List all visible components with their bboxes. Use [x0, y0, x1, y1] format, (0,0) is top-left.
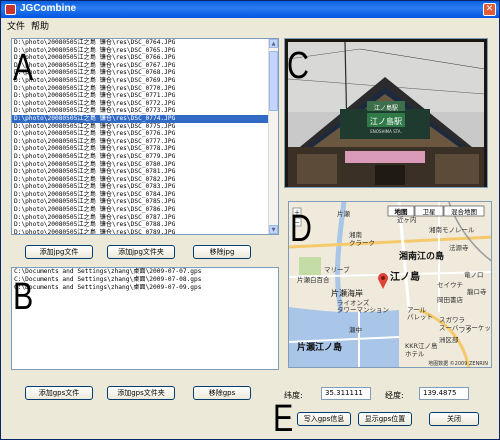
station-sign-text: 江ノ島駅 — [374, 104, 398, 112]
remove-gps-button[interactable]: 移除gps — [193, 386, 251, 400]
title-bar[interactable]: JGCombine ✕ — [1, 1, 499, 18]
jpg-list-item[interactable]: D:\photo\20080505江之島 镰仓\res\DSC_0771.JPG — [12, 92, 278, 100]
scroll-down-icon[interactable]: ▼ — [269, 225, 278, 234]
map-copyright: 地图数据 ©2009 ZENRIN — [428, 360, 488, 367]
annotation-d: D — [290, 208, 312, 250]
jpg-list-item[interactable]: D:\photo\20080505江之島 镰仓\res\DSC_0786.JPG — [12, 206, 278, 214]
latitude-field[interactable]: 35.311111 — [321, 387, 371, 400]
scroll-up-icon[interactable]: ▲ — [269, 39, 278, 48]
jpg-list-item[interactable]: D:\photo\20080505江之島 镰仓\res\DSC_0789.JPG — [12, 229, 278, 234]
map-label: スガワラ — [439, 315, 465, 324]
jpg-list-item[interactable]: D:\photo\20080505江之島 镰仓\res\DSC_0780.JPG — [12, 161, 278, 169]
jpg-list-item[interactable]: D:\photo\20080505江之島 镰仓\res\DSC_0769.JPG — [12, 77, 278, 85]
map-label: タワーマンション — [337, 305, 389, 314]
close-icon[interactable]: ✕ — [483, 3, 496, 16]
station-sign-en: ENOSHIMA STA. — [370, 129, 401, 134]
close-button[interactable]: 关闭 — [429, 412, 479, 426]
menu-file[interactable]: 文件 — [7, 19, 25, 32]
jpg-list-item[interactable]: D:\photo\20080505江之島 镰仓\res\DSC_0781.JPG — [12, 168, 278, 176]
write-gps-button[interactable]: 写入gps信息 — [297, 412, 351, 426]
map-view[interactable]: 片瀬 湘南 クラーク 湘南江の島 江ノ島 片瀬海岸 マリーブ ライオンズ タワー… — [288, 201, 492, 368]
map-label: 竜ノ口 — [464, 270, 484, 279]
map-label: パレット — [407, 313, 433, 321]
photo-preview: 江ノ島駅 江ノ島駅 ENOSHIMA STA. — [284, 38, 488, 188]
map-label: 近ヶ内 — [397, 215, 417, 224]
jpg-list-item[interactable]: D:\photo\20080505江之島 镰仓\res\DSC_0774.JPG — [12, 114, 278, 123]
map-label: 片瀬白百合 — [297, 275, 330, 284]
map-label: 洲区部 — [439, 335, 459, 344]
map-label: 江ノ島 — [390, 270, 420, 283]
map-label: 片瀬 — [337, 209, 351, 218]
annotation-e: E — [273, 398, 294, 440]
menu-help[interactable]: 帮助 — [31, 19, 49, 32]
jpg-list-item[interactable]: D:\photo\20080505江之島 镰仓\res\DSC_0768.JPG — [12, 69, 278, 77]
show-gps-button[interactable]: 显示gps位置 — [358, 412, 412, 426]
jpg-list-item[interactable]: D:\photo\20080505江之島 镰仓\res\DSC_0775.JPG — [12, 123, 278, 131]
map-label: セイウチ — [437, 281, 463, 289]
window-title: JGCombine — [20, 3, 77, 14]
jpg-list-item[interactable]: D:\photo\20080505江之島 镰仓\res\DSC_0785.JPG — [12, 198, 278, 206]
map-tab-map-label: 地图 — [395, 207, 409, 216]
add-jpg-file-button[interactable]: 添加jpg文件 — [25, 245, 93, 259]
jpg-list-item[interactable]: D:\photo\20080505江之島 镰仓\res\DSC_0778.JPG — [12, 145, 278, 153]
add-gps-file-button[interactable]: 添加gps文件 — [25, 386, 93, 400]
map-label: フク — [459, 326, 472, 334]
map-label: 湘南モノレール — [429, 225, 475, 234]
jpg-file-list[interactable]: D:\photo\20080505江之島 镰仓\res\DSC_0764.JPG… — [11, 38, 279, 235]
gps-file-list[interactable]: C:\Documents and Settings\zhang\桌面\2009-… — [11, 267, 279, 370]
scroll-thumb[interactable] — [269, 51, 278, 111]
annotation-b: B — [13, 276, 34, 318]
add-gps-folder-button[interactable]: 添加gps文件夹 — [107, 386, 175, 400]
annotation-c: C — [287, 45, 309, 87]
map-tab-hybrid-label: 混合地图 — [451, 207, 477, 216]
gps-list-item[interactable]: C:\Documents and Settings\zhang\桌面\2009-… — [12, 276, 278, 284]
jpg-list-item[interactable]: D:\photo\20080505江之島 镰仓\res\DSC_0783.JPG — [12, 183, 278, 191]
map-canvas[interactable]: 片瀬 湘南 クラーク 湘南江の島 江ノ島 片瀬海岸 マリーブ ライオンズ タワー… — [289, 202, 492, 368]
map-label: 片瀬江ノ島 — [297, 341, 342, 353]
map-label: KKR江ノ島 — [405, 341, 438, 350]
map-tab-satellite-label: 卫星 — [423, 208, 437, 216]
map-label: ホテル — [405, 350, 425, 358]
jpg-list-item[interactable]: D:\photo\20080505江之島 镰仓\res\DSC_0766.JPG — [12, 54, 278, 62]
annotation-a: A — [13, 47, 34, 89]
map-label: クラーク — [349, 239, 375, 247]
jpg-list-item[interactable]: D:\photo\20080505江之島 镰仓\res\DSC_0773.JPG — [12, 107, 278, 115]
map-label: 法源寺 — [449, 243, 469, 252]
longitude-field[interactable]: 139.4875 — [419, 387, 469, 400]
map-label: 龍ロ寺 — [467, 287, 487, 296]
map-label: 湘南 — [349, 230, 363, 239]
menu-bar: 文件 帮助 — [1, 18, 499, 32]
app-icon — [5, 4, 16, 15]
jpg-list-scrollbar[interactable]: ▲ ▼ — [268, 39, 278, 234]
jpg-list-item[interactable]: D:\photo\20080505江之島 镰仓\res\DSC_0788.JPG — [12, 221, 278, 229]
gps-list-item[interactable]: C:\Documents and Settings\zhang\桌面\2009-… — [12, 268, 278, 276]
map-label: 岡田書店 — [437, 295, 464, 304]
remove-jpg-button[interactable]: 移除jpg — [193, 245, 251, 259]
main-window: JGCombine ✕ 文件 帮助 D:\photo\20080505江之島 镰… — [0, 0, 500, 440]
gps-list-item[interactable]: C:\Documents and Settings\zhang\桌面\2009-… — [12, 284, 278, 292]
longitude-label: 经度: — [385, 391, 404, 400]
jpg-list-item[interactable]: D:\photo\20080505江之島 镰仓\res\DSC_0779.JPG — [12, 153, 278, 161]
map-label: マリーブ — [324, 265, 350, 274]
map-label: 湘南江の島 — [399, 250, 444, 262]
station-sign-main: 江ノ島駅 — [370, 116, 402, 126]
add-jpg-folder-button[interactable]: 添加jpg文件夹 — [107, 245, 175, 259]
map-label: 片瀬海岸 — [331, 288, 363, 298]
jpg-list-item[interactable]: D:\photo\20080505江之島 镰仓\res\DSC_0776.JPG — [12, 130, 278, 138]
station-photo: 江ノ島駅 江ノ島駅 ENOSHIMA STA. — [285, 39, 487, 187]
jpg-list-item[interactable]: D:\photo\20080505江之島 镰仓\res\DSC_0764.JPG — [12, 39, 278, 47]
map-label: 瀬中 — [349, 325, 362, 334]
